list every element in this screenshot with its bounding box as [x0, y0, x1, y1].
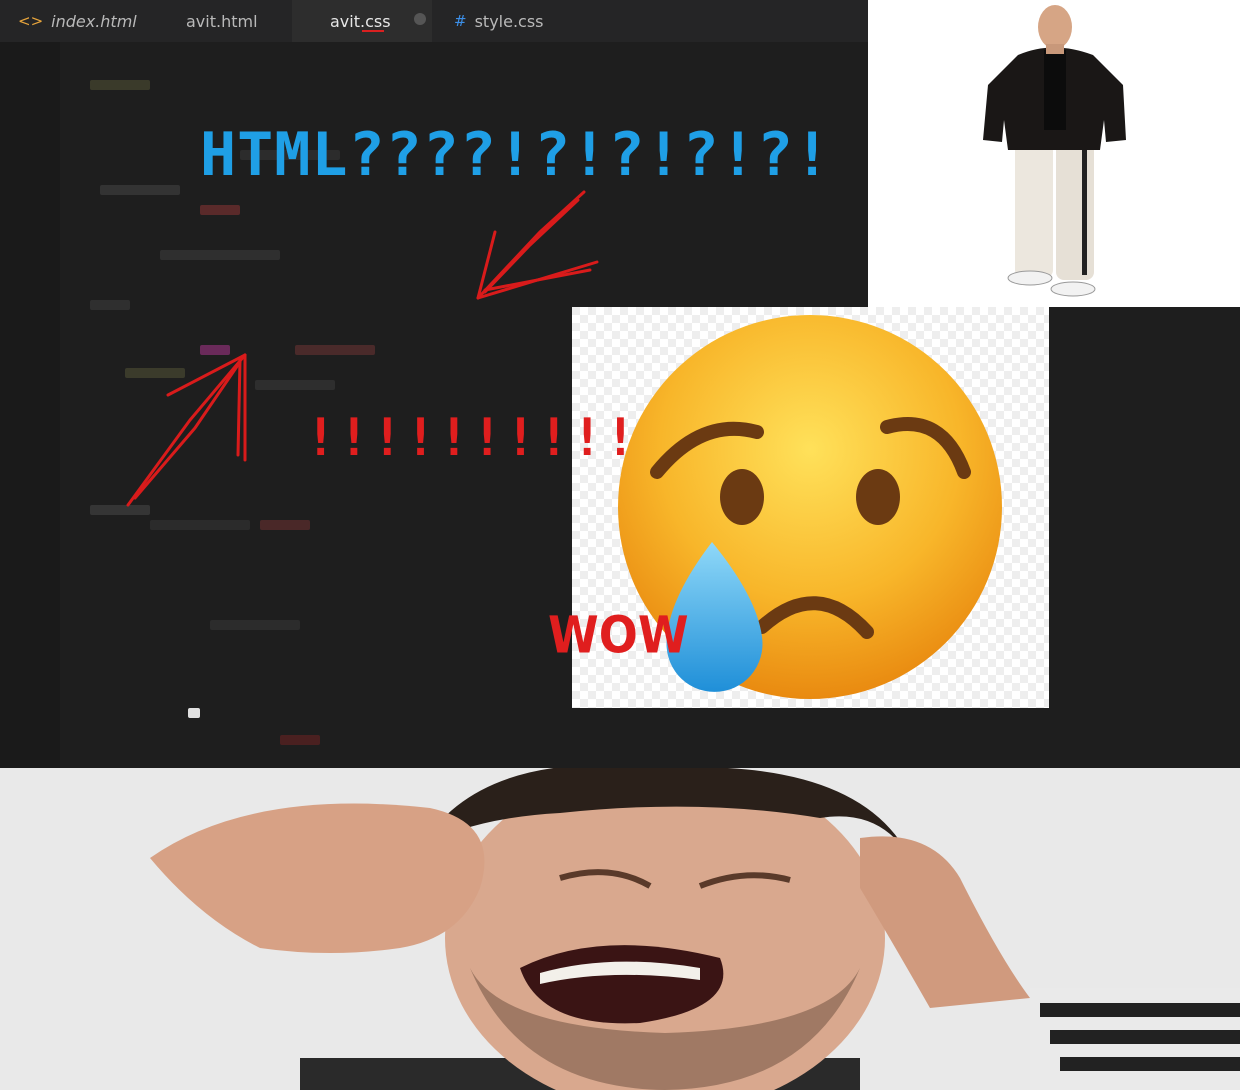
standing-man-photo — [868, 0, 1240, 307]
wow-caption: WOW — [548, 605, 689, 665]
html-question-caption: HTML????!?!?!?!?! — [200, 120, 832, 190]
exclamation-caption: !!!!!!!!!! — [305, 408, 639, 468]
crying-man-illustration — [150, 768, 1240, 1090]
arrow-pointing-down-left — [476, 190, 599, 300]
standing-man-illustration — [983, 5, 1126, 297]
arrow-pointing-up-right — [126, 353, 247, 507]
crying-man-photo — [0, 768, 1240, 1090]
